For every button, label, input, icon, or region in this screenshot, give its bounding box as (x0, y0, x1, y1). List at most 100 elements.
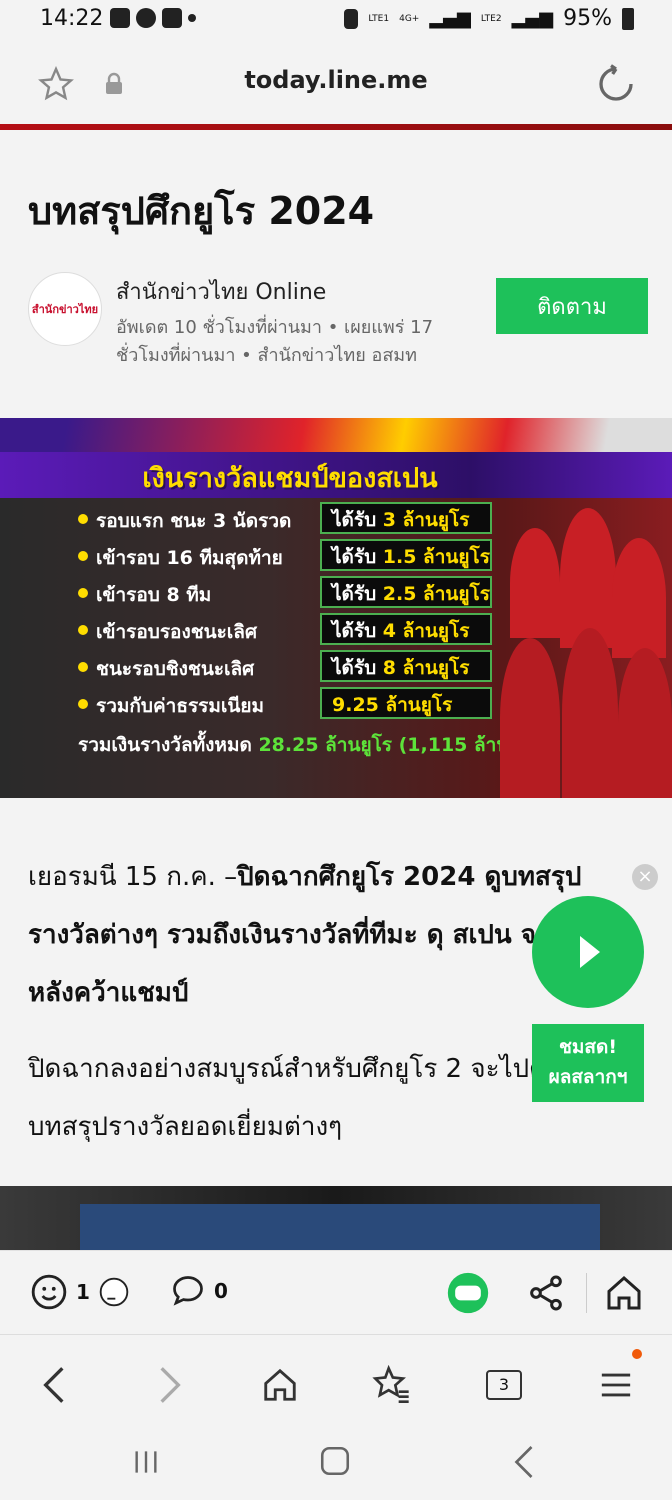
publisher-logo[interactable]: สำนักข่าวไทย (28, 272, 102, 346)
battery-saver-icon (344, 8, 359, 29)
prize-total: รวมเงินรางวัลทั้งหมด 28.25 ล้านยูโร (1,1… (78, 730, 553, 760)
prize-label: เข้ารอบรองชนะเลิศ (96, 621, 258, 643)
reaction-bar: 1 0 (0, 1250, 672, 1335)
battery-icon (622, 7, 634, 30)
thinking-emoji-icon (99, 1277, 129, 1307)
seven-eleven-icon (162, 8, 182, 28)
notification-icons (110, 8, 196, 28)
chevron-right-icon (160, 1367, 181, 1403)
home-outline-icon (264, 1368, 296, 1401)
bookmarks-button[interactable] (362, 1355, 422, 1415)
prize-value: ได้รับ 3 ล้านยูโร (320, 502, 492, 534)
reload-icon[interactable] (596, 64, 636, 104)
team-photo (500, 488, 672, 798)
publisher-name[interactable]: สำนักข่าวไทย Online (116, 274, 326, 309)
bullet-icon (78, 699, 88, 709)
star-list-icon (372, 1365, 409, 1403)
second-image-inner (80, 1204, 600, 1250)
player-figure (500, 638, 560, 798)
emoji-reaction[interactable]: 1 (30, 1273, 130, 1311)
tabs-button[interactable]: 3 (474, 1355, 534, 1415)
brand-strip (0, 124, 672, 130)
prize-row: เข้ารอบ 8 ทีม ได้รับ 2.5 ล้านยูโร (70, 576, 500, 610)
home-icon[interactable] (604, 1273, 644, 1313)
battery-text: 95% (563, 6, 612, 31)
gallery-icon (110, 8, 130, 28)
publisher-logo-text: สำนักข่าวไทย (31, 303, 99, 316)
share-icon[interactable] (526, 1273, 566, 1313)
bullet-icon (78, 514, 88, 524)
prize-value: ได้รับ 4 ล้านยูโร (320, 613, 492, 645)
notification-dot (632, 1349, 642, 1359)
bullet-icon (78, 551, 88, 561)
player-figure (560, 508, 616, 648)
lead-dateline: เยอรมนี 15 ก.ค. – (28, 862, 238, 892)
prize-prefix: ได้รับ (332, 583, 383, 605)
prize-row: เข้ารอบรองชนะเลิศ ได้รับ 4 ล้านยูโร (70, 613, 500, 647)
prize-label: ชนะรอบชิงชนะเลิศ (96, 658, 255, 680)
forward-button[interactable] (140, 1355, 200, 1415)
status-bar: 14:22 LTE1 4G+ ▂▄▆ LTE2 ▂▄▆ 95% (0, 0, 672, 44)
prize-label: รวมกับค่าธรรมเนียม (96, 695, 265, 717)
article-meta: อัพเดต 10 ชั่วโมงที่ผ่านมา • เผยแพร่ 17 … (116, 317, 434, 366)
prize-row: ชนะรอบชิงชนะเลิศ ได้รับ 8 ล้านยูโร (70, 650, 500, 684)
prize-amount: 3 ล้านยูโร (382, 509, 470, 531)
recent-apps-icon[interactable] (130, 1446, 162, 1478)
prize-value: ได้รับ 8 ล้านยูโร (320, 650, 492, 682)
prize-amount: 9.25 ล้านยูโร (332, 694, 453, 716)
player-figure (510, 528, 560, 638)
status-right: LTE1 4G+ ▂▄▆ LTE2 ▂▄▆ 95% (344, 6, 634, 31)
smiley-icon (31, 1274, 67, 1310)
prize-prefix: ได้รับ (332, 509, 383, 531)
prize-row: รอบแรก ชนะ 3 นัดรวด ได้รับ 3 ล้านยูโร (70, 502, 500, 536)
prize-amount: 8 ล้านยูโร (382, 657, 470, 679)
comment-icon (173, 1276, 203, 1306)
player-figure (562, 628, 618, 798)
prize-value: ได้รับ 1.5 ล้านยูโร (320, 539, 492, 571)
network-label: 4G+ (399, 13, 420, 24)
prize-amount: 2.5 ล้านยูโร (382, 583, 490, 605)
player-figure (618, 648, 672, 798)
prize-row: รวมกับค่าธรรมเนียม 9.25 ล้านยูโร (70, 687, 500, 721)
bullet-icon (78, 662, 88, 672)
dot-icon (188, 14, 196, 22)
back-button[interactable] (24, 1355, 84, 1415)
chat-icon (136, 8, 156, 28)
browser-nav: 3 (0, 1334, 672, 1431)
signal-icon-2: ▂▄▆ (511, 8, 554, 29)
follow-button[interactable]: ติดตาม (496, 278, 648, 334)
menu-button[interactable] (586, 1349, 646, 1415)
prize-label: เข้ารอบ 16 ทีมสุดท้าย (96, 547, 283, 569)
prize-label: รอบแรก ชนะ 3 นัดรวด (96, 510, 292, 532)
system-nav (0, 1430, 672, 1500)
hero-flag-band (0, 418, 672, 452)
system-back-icon[interactable] (510, 1444, 538, 1480)
prize-value: 9.25 ล้านยูโร (320, 687, 492, 719)
comment-count: 0 (214, 1279, 228, 1303)
system-home-icon[interactable] (318, 1444, 352, 1478)
prize-amount: 4 ล้านยูโร (382, 620, 470, 642)
comment-button[interactable]: 0 (170, 1273, 228, 1309)
article-paragraph: ปิดฉากลงอย่างสมบูรณ์สำหรับศึกยูโร 2 จะไป… (28, 1054, 547, 1142)
url-text[interactable]: today.line.me (0, 66, 672, 94)
tabs-count: 3 (486, 1370, 522, 1400)
close-overlay-button[interactable]: × (632, 864, 658, 890)
prize-total-label: รวมเงินรางวัลทั้งหมด (78, 734, 252, 756)
prize-value: ได้รับ 2.5 ล้านยูโร (320, 576, 492, 608)
sim1-label: LTE1 (368, 13, 390, 24)
second-image (0, 1186, 672, 1250)
status-time: 14:22 (40, 6, 104, 31)
line-share-icon[interactable] (446, 1271, 490, 1315)
prize-prefix: ได้รับ (332, 657, 383, 679)
hamburger-icon (601, 1373, 631, 1397)
player-figure (612, 538, 666, 658)
watch-label-1: ชมสด! (558, 1036, 618, 1058)
publisher-row: สำนักข่าวไทย สำนักข่าวไทย Online อัพเดต … (28, 270, 648, 380)
bullet-icon (78, 588, 88, 598)
hero-image: เงินรางวัลแชมป์ของสเปน รอบแรก ชนะ 3 นัดร… (0, 418, 672, 798)
play-button[interactable] (532, 896, 644, 1008)
home-button[interactable] (250, 1355, 310, 1415)
watch-label-2: ผลสลากฯ (548, 1066, 628, 1088)
divider (586, 1273, 587, 1313)
watch-live-button[interactable]: ชมสด! ผลสลากฯ (532, 1024, 644, 1102)
